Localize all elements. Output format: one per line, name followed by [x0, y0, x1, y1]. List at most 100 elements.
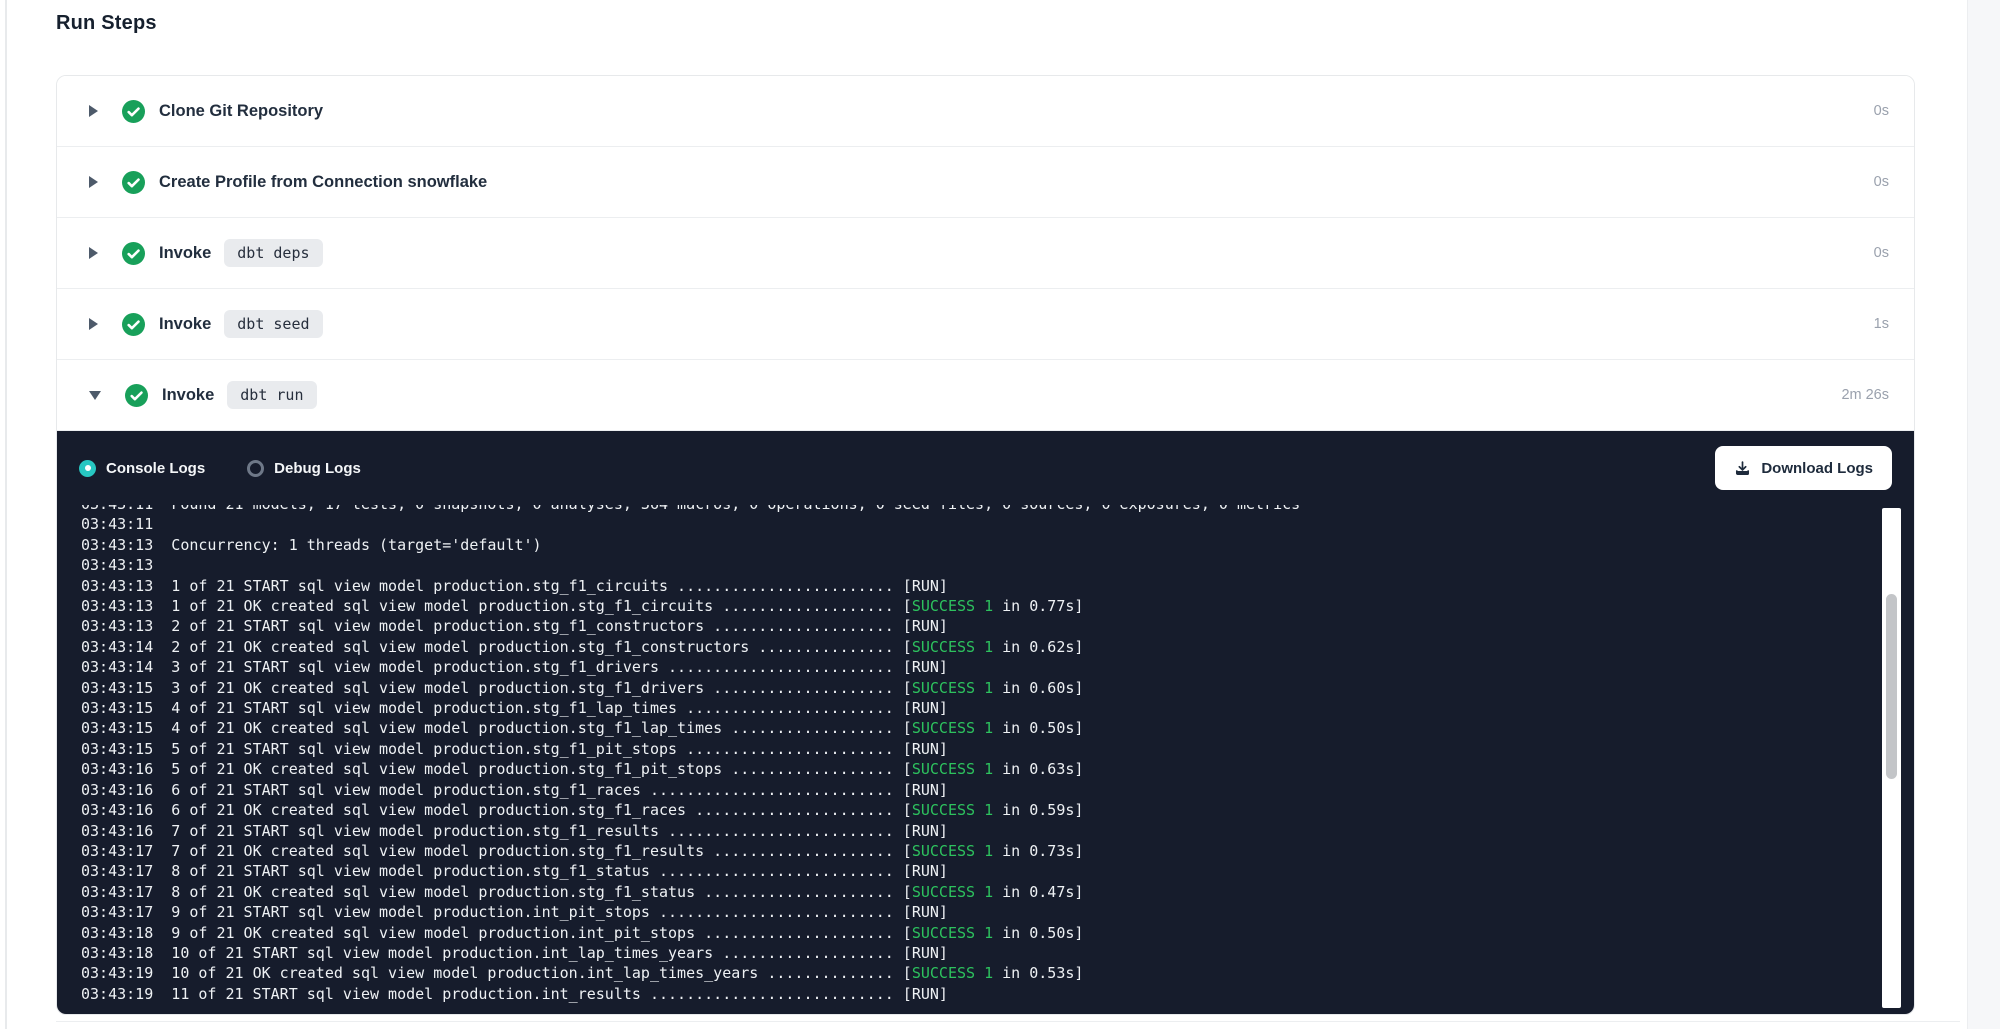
log-line: 03:43:14 3 of 21 START sql view model pr… — [81, 657, 1874, 677]
log-line: 03:43:14 2 of 21 OK created sql view mod… — [81, 637, 1874, 657]
step-label: Invoke — [159, 244, 211, 263]
caret-right-icon[interactable] — [89, 176, 98, 188]
check-circle-icon — [122, 242, 145, 265]
run-step-row[interactable]: Invoke dbt deps 0s — [57, 218, 1914, 289]
radio-selected-icon — [79, 460, 96, 477]
log-line: 03:43:16 6 of 21 OK created sql view mod… — [81, 800, 1874, 820]
log-timestamp: 03:43:19 — [81, 964, 153, 982]
console-logs-radio[interactable]: Console Logs — [79, 460, 205, 477]
download-icon — [1734, 460, 1751, 477]
log-timestamp: 03:43:11 — [81, 515, 153, 533]
log-line: 03:43:15 5 of 21 START sql view model pr… — [81, 739, 1874, 759]
run-steps-card: Clone Git Repository 0s Create Profile f… — [56, 75, 1915, 1015]
console-logs-label: Console Logs — [106, 460, 205, 477]
log-timestamp: 03:43:13 — [81, 597, 153, 615]
page-left-border — [5, 0, 7, 1029]
section-divider — [56, 1021, 1960, 1022]
download-logs-button[interactable]: Download Logs — [1715, 446, 1892, 490]
step-label: Create Profile from Connection snowflake — [159, 173, 487, 192]
log-timestamp: 03:43:16 — [81, 801, 153, 819]
log-panel-header: Console Logs Debug Logs Download Logs — [57, 431, 1914, 505]
log-line: 03:43:11 — [81, 514, 1874, 534]
log-line: 03:43:16 7 of 21 START sql view model pr… — [81, 821, 1874, 841]
log-timestamp: 03:43:15 — [81, 740, 153, 758]
log-lines: 03:43:11 Found 21 models, 17 tests, 0 sn… — [81, 505, 1874, 1004]
log-line: 03:43:15 3 of 21 OK created sql view mod… — [81, 678, 1874, 698]
log-timestamp: 03:43:13 — [81, 536, 153, 554]
log-timestamp: 03:43:14 — [81, 638, 153, 656]
log-timestamp: 03:43:14 — [81, 658, 153, 676]
log-line: 03:43:17 8 of 21 START sql view model pr… — [81, 861, 1874, 881]
run-step-row[interactable]: Create Profile from Connection snowflake… — [57, 147, 1914, 218]
log-scrollbar-thumb[interactable] — [1886, 594, 1897, 779]
log-line: 03:43:19 10 of 21 OK created sql view mo… — [81, 963, 1874, 983]
log-timestamp: 03:43:13 — [81, 577, 153, 595]
check-circle-icon — [122, 313, 145, 336]
log-line: 03:43:13 1 of 21 START sql view model pr… — [81, 576, 1874, 596]
run-steps-list: Clone Git Repository 0s Create Profile f… — [57, 76, 1914, 431]
log-line: 03:43:17 8 of 21 OK created sql view mod… — [81, 882, 1874, 902]
debug-logs-radio[interactable]: Debug Logs — [247, 460, 361, 477]
run-steps-page: Run Steps Clone Git Repository 0s Create… — [0, 0, 2000, 1029]
run-step-row[interactable]: Invoke dbt run 2m 26s — [57, 360, 1914, 431]
caret-right-icon[interactable] — [89, 247, 98, 259]
log-timestamp: 03:43:15 — [81, 699, 153, 717]
caret-right-icon[interactable] — [89, 105, 98, 117]
log-line: 03:43:17 9 of 21 START sql view model pr… — [81, 902, 1874, 922]
caret-down-icon[interactable] — [89, 391, 101, 400]
log-line: 03:43:18 10 of 21 START sql view model p… — [81, 943, 1874, 963]
console-log-output[interactable]: 03:43:11 Found 21 models, 17 tests, 0 sn… — [57, 505, 1874, 1008]
run-step-row[interactable]: Clone Git Repository 0s — [57, 76, 1914, 147]
page-title: Run Steps — [56, 12, 157, 35]
log-scrollbar-track[interactable] — [1882, 508, 1901, 1008]
step-label: Invoke — [159, 315, 211, 334]
log-line: 03:43:15 4 of 21 OK created sql view mod… — [81, 718, 1874, 738]
log-line: 03:43:17 7 of 21 OK created sql view mod… — [81, 841, 1874, 861]
log-timestamp: 03:43:13 — [81, 617, 153, 635]
log-line: 03:43:16 5 of 21 OK created sql view mod… — [81, 759, 1874, 779]
log-timestamp: 03:43:18 — [81, 924, 153, 942]
log-timestamp: 03:43:16 — [81, 822, 153, 840]
log-timestamp: 03:43:17 — [81, 883, 153, 901]
log-panel: Console Logs Debug Logs Download Logs — [57, 431, 1914, 1015]
step-duration: 1s — [1874, 316, 1889, 332]
log-line: 03:43:18 9 of 21 OK created sql view mod… — [81, 923, 1874, 943]
step-command-chip: dbt run — [227, 381, 316, 409]
log-line: 03:43:13 — [81, 555, 1874, 575]
check-circle-icon — [125, 384, 148, 407]
log-line: 03:43:15 4 of 21 START sql view model pr… — [81, 698, 1874, 718]
log-timestamp: 03:43:16 — [81, 781, 153, 799]
page-right-gutter — [1967, 0, 2000, 1029]
log-line: 03:43:13 1 of 21 OK created sql view mod… — [81, 596, 1874, 616]
log-line: 03:43:13 Concurrency: 1 threads (target=… — [81, 535, 1874, 555]
step-duration: 0s — [1874, 174, 1889, 190]
log-line: 03:43:16 6 of 21 START sql view model pr… — [81, 780, 1874, 800]
log-timestamp: 03:43:17 — [81, 842, 153, 860]
step-command-chip: dbt seed — [224, 310, 322, 338]
step-label: Invoke — [162, 386, 214, 405]
step-duration: 0s — [1874, 245, 1889, 261]
step-label: Clone Git Repository — [159, 102, 323, 121]
log-timestamp: 03:43:19 — [81, 985, 153, 1003]
download-logs-label: Download Logs — [1761, 460, 1873, 477]
log-timestamp: 03:43:16 — [81, 760, 153, 778]
step-duration: 0s — [1874, 103, 1889, 119]
radio-unselected-icon — [247, 460, 264, 477]
log-line: 03:43:13 2 of 21 START sql view model pr… — [81, 616, 1874, 636]
log-line: 03:43:11 Found 21 models, 17 tests, 0 sn… — [81, 505, 1874, 514]
log-timestamp: 03:43:18 — [81, 944, 153, 962]
log-timestamp: 03:43:15 — [81, 679, 153, 697]
caret-right-icon[interactable] — [89, 318, 98, 330]
debug-logs-label: Debug Logs — [274, 460, 361, 477]
log-timestamp: 03:43:11 — [81, 505, 153, 513]
check-circle-icon — [122, 171, 145, 194]
log-line: 03:43:19 11 of 21 START sql view model p… — [81, 984, 1874, 1004]
run-step-row[interactable]: Invoke dbt seed 1s — [57, 289, 1914, 360]
step-command-chip: dbt deps — [224, 239, 322, 267]
log-timestamp: 03:43:17 — [81, 903, 153, 921]
log-timestamp: 03:43:13 — [81, 556, 153, 574]
step-duration: 2m 26s — [1841, 387, 1889, 403]
log-timestamp: 03:43:17 — [81, 862, 153, 880]
log-timestamp: 03:43:15 — [81, 719, 153, 737]
check-circle-icon — [122, 100, 145, 123]
